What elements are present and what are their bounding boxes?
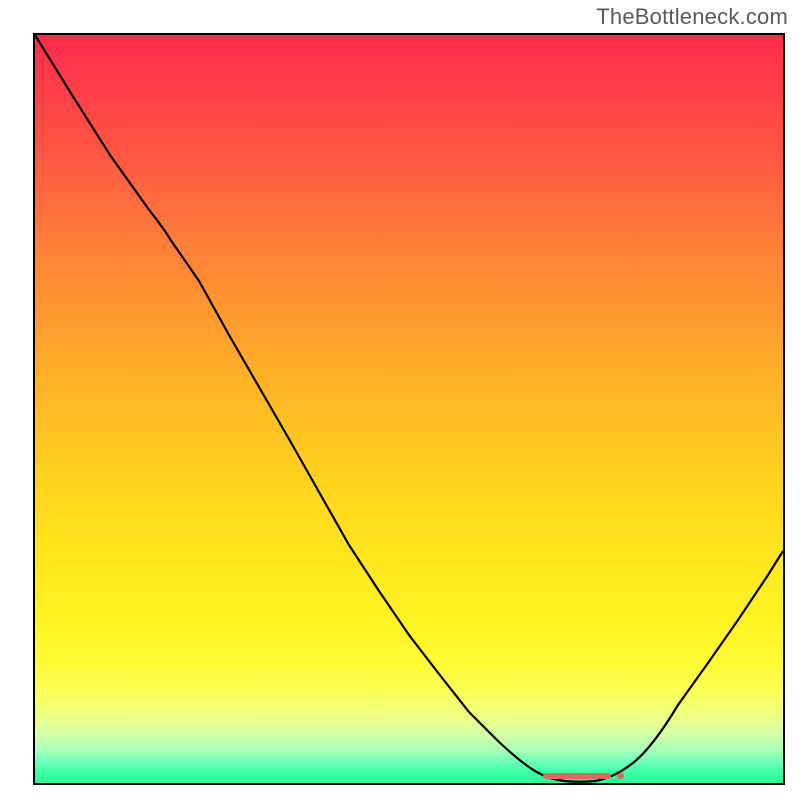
chart-line-path xyxy=(35,35,783,782)
chart-optimal-marker xyxy=(543,773,611,779)
watermark-text: TheBottleneck.com xyxy=(596,4,788,30)
chart-curve-svg xyxy=(35,35,783,783)
chart-plot-area xyxy=(33,33,785,785)
chart-optimal-marker-dot xyxy=(617,773,624,779)
